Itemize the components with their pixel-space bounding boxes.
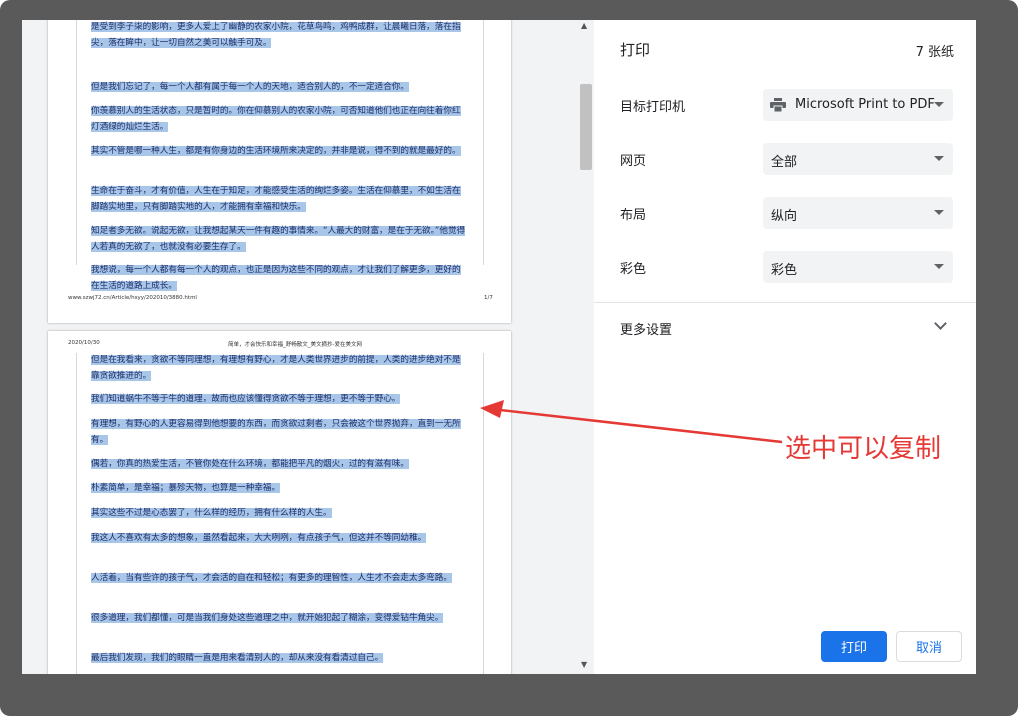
pages-label: 网页	[620, 154, 647, 169]
paragraph-text: 但是在我看来，贪欲不等同理想，有理想有野心，才是人类世界进步的前提，人类的进步绝…	[91, 355, 461, 381]
page-header-title: 简单，才会快乐和幸福_舒畅散文_美文摘抄-爱在美文网	[228, 342, 362, 348]
print-preview[interactable]: 是受到李子柒的影响，更多人爱上了幽静的农家小院，花草鸟鸣，鸡鸭成群，让晨曦日落，…	[22, 20, 594, 674]
paragraph-text: 很多道理，我们都懂，可是当我们身处这些道理之中，就开始犯起了糊涂，变得爱钻牛角尖…	[91, 613, 444, 623]
page-footer-url: www.szwj72.cn/Article/hsyy/202010/3880.h…	[68, 295, 197, 301]
preview-page-2: 2020/10/30 简单，才会快乐和幸福_舒畅散文_美文摘抄-爱在美文网 但是…	[48, 331, 511, 674]
paragraph-text: 偶若，你真的热爱生活，不管你处在什么环境，都能把平凡的烟火，过的有滋有味。	[91, 459, 409, 469]
paragraph[interactable]: 但是在我看来，贪欲不等同理想，有理想有野心，才是人类世界进步的前提，人类的进步绝…	[91, 353, 466, 384]
paragraph[interactable]: 最后我们发现，我们的眼睛一直是用来看清别人的，却从来没有看清过自己。	[91, 651, 466, 667]
paragraph-text: 其实不管是哪一种人生，都是有你身边的生活环境所来决定的，并非是说，得不到的就是最…	[91, 146, 461, 156]
destination-select[interactable]: Microsoft Print to PDF	[763, 89, 953, 121]
color-value: 彩色	[771, 263, 798, 278]
paragraph-text: 生命在于奋斗，才有价值，人生在于知足，才能感受生活的绚烂多姿。生活在仰慕里，不如…	[91, 186, 461, 212]
paragraph[interactable]: 人活着，当有些许的孩子气，才会活的自在和轻松；有更多的理智性，人生才不会走太多弯…	[91, 571, 466, 587]
scroll-up-arrow-icon[interactable]: ▲	[581, 21, 587, 30]
paragraph[interactable]: 生命在于奋斗，才有价值，人生在于知足，才能感受生活的绚烂多姿。生活在仰慕里，不如…	[91, 184, 466, 215]
paragraph-text: 我们知道蜗牛不等于牛的道理，故而也应该懂得贪欲不等于理想，更不等于野心。	[91, 394, 401, 404]
preview-page-1: 是受到李子柒的影响，更多人爱上了幽静的农家小院，花草鸟鸣，鸡鸭成群，让晨曦日落，…	[48, 20, 511, 323]
destination-label: 目标打印机	[620, 100, 686, 115]
paragraph-text: 朴素简单，是幸福；暴殄天物，也算是一种幸福。	[91, 483, 281, 493]
pages-value: 全部	[771, 155, 798, 170]
paragraph-text: 但是我们忘记了，每一个人都有属于每一个人的天地，适合别人的，不一定适合你。	[91, 82, 409, 92]
paragraph[interactable]: 是受到李子柒的影响，更多人爱上了幽静的农家小院，花草鸟鸣，鸡鸭成群，让晨曦日落，…	[91, 20, 466, 51]
color-select[interactable]: 彩色	[763, 251, 953, 283]
pages-select[interactable]: 全部	[763, 143, 953, 175]
cancel-button[interactable]: 取消	[896, 631, 962, 662]
chevron-down-icon	[934, 210, 944, 215]
paragraph-text: 最后我们发现，我们的眼睛一直是用来看清别人的，却从来没有看清过自己。	[91, 653, 384, 663]
paragraph[interactable]: 知足者多无欲。说起无欲，让我想起某天一件有趣的事情来。“人最大的财富，是在于无欲…	[91, 224, 466, 255]
scroll-down-arrow-icon[interactable]: ▼	[581, 660, 587, 669]
dialog-title: 打印	[620, 41, 651, 59]
page-margin-guide	[483, 20, 484, 265]
paragraph-text: 有理想，有野心的人更容易得到他想要的东西，而贪欲过剩者，只会被这个世界抛弃，直到…	[91, 419, 461, 445]
paragraph-text: 你羡慕别人的生活状态，只是暂时的。你在仰慕别人的农家小院，可否知道他们也正在向往…	[91, 106, 461, 132]
print-dialog: 是受到李子柒的影响，更多人爱上了幽静的农家小院，花草鸟鸣，鸡鸭成群，让晨曦日落，…	[22, 20, 976, 674]
chevron-down-icon[interactable]	[934, 317, 947, 330]
color-label: 彩色	[620, 262, 647, 277]
preview-scrollbar[interactable]: ▲ ▼	[578, 20, 594, 674]
layout-select[interactable]: 纵向	[763, 197, 953, 229]
more-settings-toggle[interactable]: 更多设置	[620, 319, 672, 338]
paragraph[interactable]: 朴素简单，是幸福；暴殄天物，也算是一种幸福。	[91, 481, 466, 497]
page-margin-guide	[76, 20, 77, 265]
page-margin-guide	[483, 353, 484, 674]
page-margin-guide	[76, 353, 77, 674]
print-button[interactable]: 打印	[821, 631, 887, 662]
paragraph[interactable]: 我想说，每一个人都有每一个人的观点，也正是因为这些不同的观点，才让我们了解更多，…	[91, 263, 466, 294]
paragraph-text: 是受到李子柒的影响，更多人爱上了幽静的农家小院，花草鸟鸣，鸡鸭成群，让晨曦日落，…	[91, 22, 461, 48]
scrollbar-thumb[interactable]	[580, 84, 592, 170]
paragraph[interactable]: 其实不管是哪一种人生，都是有你身边的生活环境所来决定的，并非是说，得不到的就是最…	[91, 144, 466, 160]
layout-label: 布局	[620, 208, 647, 223]
paragraph-text: 知足者多无欲。说起无欲，让我想起某天一件有趣的事情来。“人最大的财富，是在于无欲…	[91, 226, 466, 252]
paragraph[interactable]: 其实这些不过是心态罢了，什么样的经历，拥有什么样的人生。	[91, 506, 466, 522]
destination-value: Microsoft Print to PDF	[795, 97, 935, 112]
chevron-down-icon	[934, 264, 944, 269]
printer-icon	[770, 98, 786, 112]
print-settings-panel: 打印 7 张纸 目标打印机 Microsoft Print to PDF 网页 …	[594, 20, 976, 674]
section-divider	[594, 302, 976, 303]
paragraph[interactable]: 很多道理，我们都懂，可是当我们身处这些道理之中，就开始犯起了糊涂，变得爱钻牛角尖…	[91, 611, 466, 627]
paragraph-text: 其实这些不过是心态罢了，什么样的经历，拥有什么样的人生。	[91, 508, 332, 518]
paragraph[interactable]: 但是我们忘记了，每一个人都有属于每一个人的天地，适合别人的，不一定适合你。	[91, 80, 466, 96]
paragraph[interactable]: 你羡慕别人的生活状态，只是暂时的。你在仰慕别人的农家小院，可否知道他们也正在向往…	[91, 104, 466, 135]
chevron-down-icon	[934, 102, 944, 107]
paragraph[interactable]: 有理想，有野心的人更容易得到他想要的东西，而贪欲过剩者，只会被这个世界抛弃，直到…	[91, 417, 466, 448]
sheet-count: 7 张纸	[915, 45, 954, 60]
page-header-date: 2020/10/30	[68, 340, 100, 346]
paragraph-text: 人活着，当有些许的孩子气，才会活的自在和轻松；有更多的理智性，人生才不会走太多弯…	[91, 573, 452, 583]
paragraph-text: 我想说，每一个人都有每一个人的观点，也正是因为这些不同的观点，才让我们了解更多，…	[91, 265, 461, 291]
paragraph[interactable]: 我这人不喜欢有太多的想象，虽然看起来，大大咧咧，有点孩子气，但这并不等同幼稚。	[91, 531, 466, 547]
paragraph[interactable]: 我们知道蜗牛不等于牛的道理，故而也应该懂得贪欲不等于理想，更不等于野心。	[91, 392, 466, 408]
page-footer-number: 1/7	[484, 295, 493, 301]
annotation-label: 选中可以复制	[785, 434, 942, 464]
paragraph-text: 我这人不喜欢有太多的想象，虽然看起来，大大咧咧，有点孩子气，但这并不等同幼稚。	[91, 533, 427, 543]
layout-value: 纵向	[771, 209, 798, 224]
chevron-down-icon	[934, 156, 944, 161]
paragraph[interactable]: 偶若，你真的热爱生活，不管你处在什么环境，都能把平凡的烟火，过的有滋有味。	[91, 457, 466, 473]
